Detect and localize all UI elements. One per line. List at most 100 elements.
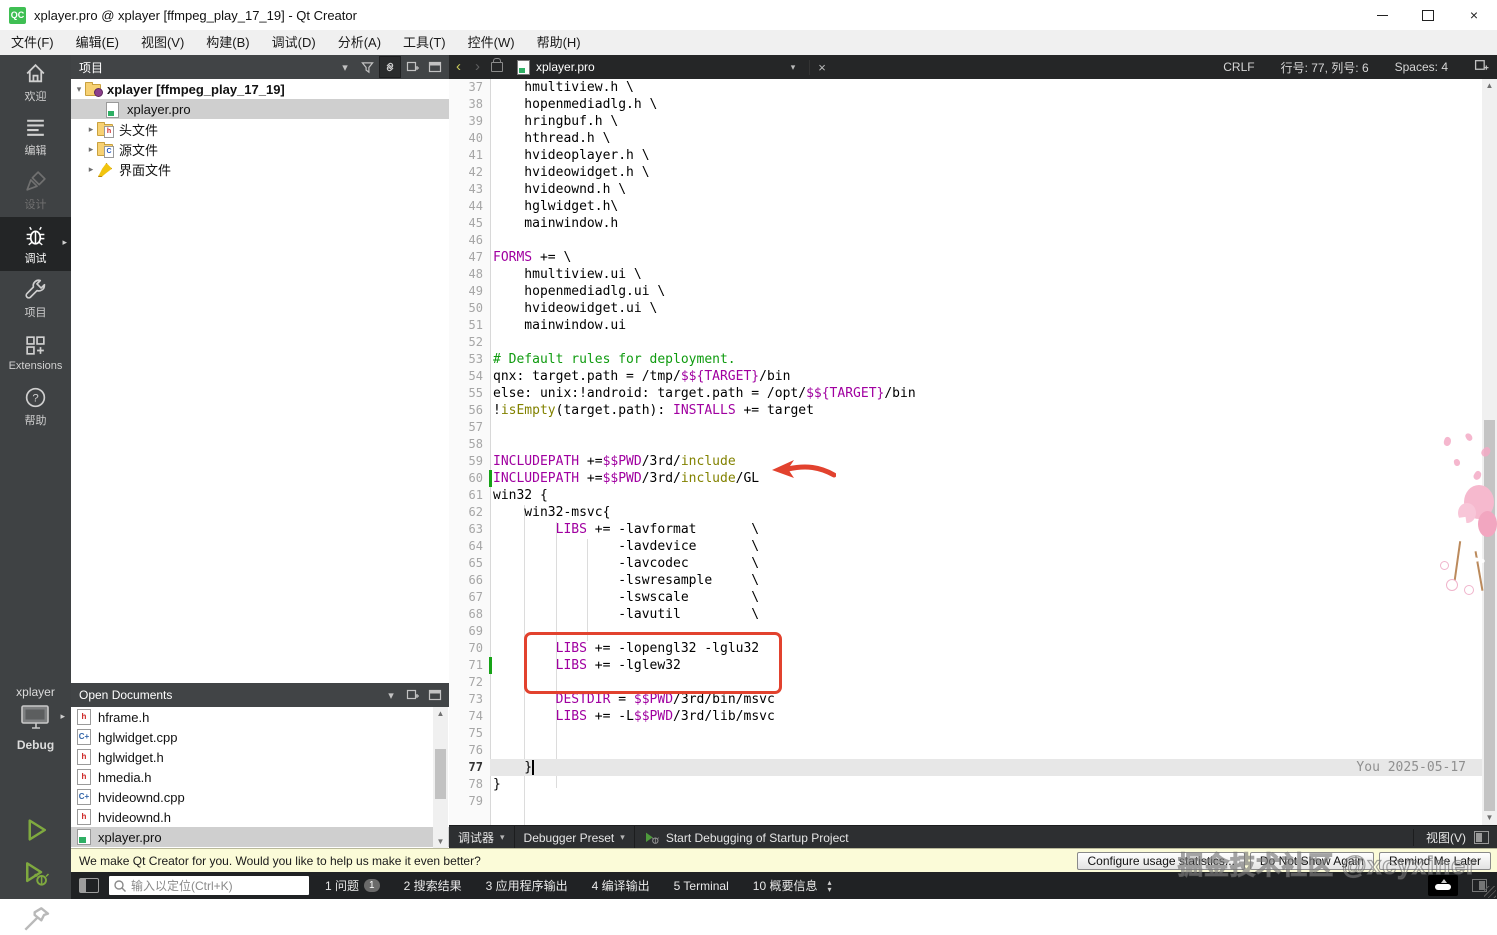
code-line[interactable]: 66 -lswresample \ <box>449 572 1482 589</box>
run-debug-button[interactable] <box>21 859 51 889</box>
view-menu-button[interactable]: 视图(V) <box>1413 829 1489 846</box>
open-document-item[interactable]: C+ hglwidget.cpp <box>71 727 449 747</box>
code-line[interactable]: 64 -lavdevice \ <box>449 538 1482 555</box>
tree-expander-icon[interactable]: ▸ <box>85 124 97 135</box>
tree-expander-icon[interactable]: ▾ <box>73 84 85 95</box>
code-line[interactable]: 68 -lavutil \ <box>449 606 1482 623</box>
open-documents-scrollbar[interactable]: ▲ ▼ <box>433 707 448 848</box>
close-button[interactable]: × <box>1451 0 1497 30</box>
line-ending-indicator[interactable]: CRLF <box>1223 60 1254 74</box>
code-line[interactable]: 43 hvideownd.h \ <box>449 181 1482 198</box>
spaces-indicator[interactable]: Spaces: 4 <box>1395 60 1448 74</box>
editor-tab-xplayer-pro[interactable]: xplayer.pro ▾ <box>511 55 801 79</box>
project-tree-item[interactable]: xplayer.pro <box>71 99 449 119</box>
toggle-left-sidebar-icon[interactable] <box>79 878 99 893</box>
code-line[interactable]: 38 hopenmediadlg.h \ <box>449 96 1482 113</box>
tree-expander-icon[interactable]: ▸ <box>85 164 97 175</box>
menu-item[interactable]: 调试(D) <box>261 30 327 55</box>
go-back-icon[interactable]: ‹ <box>449 56 468 78</box>
output-pane-button[interactable]: 1 问题 1 <box>325 877 380 894</box>
open-document-item[interactable]: h hframe.h <box>71 707 449 727</box>
project-tree-item[interactable]: ▸ 界面文件 <box>71 159 449 179</box>
code-line[interactable]: 48 hmultiview.ui \ <box>449 266 1482 283</box>
panel-dropdown-icon[interactable]: ▾ <box>335 57 355 77</box>
code-line[interactable]: 45 mainwindow.h <box>449 215 1482 232</box>
locator-input[interactable]: 输入以定位(Ctrl+K) <box>109 876 309 895</box>
document-dropdown-icon[interactable]: ▾ <box>791 62 796 73</box>
sidebar-item-projects[interactable]: 项目 <box>0 271 71 325</box>
code-line[interactable]: 54 qnx: target.path = /tmp/$${TARGET}/bin <box>449 368 1482 385</box>
resize-grip[interactable] <box>1484 886 1496 898</box>
code-line[interactable]: 63 LIBS += -lavformat \ <box>449 521 1482 538</box>
menu-item[interactable]: 编辑(E) <box>65 30 130 55</box>
code-line[interactable]: 74 LIBS += -L$$PWD/3rd/lib/msvc <box>449 708 1482 725</box>
tree-expander-icon[interactable]: ▸ <box>85 144 97 155</box>
code-line[interactable]: 50 hvideowidget.ui \ <box>449 300 1482 317</box>
code-line[interactable]: 76 <box>449 742 1482 759</box>
output-pane-button[interactable]: 4 编译输出 <box>592 877 650 894</box>
code-line[interactable]: 55 else: unix:!android: target.path = /op… <box>449 385 1482 402</box>
output-pane-button[interactable]: 2 搜索结果 <box>404 877 462 894</box>
project-tree-item[interactable]: ▸ C 源文件 <box>71 139 449 159</box>
code-line[interactable]: 59 INCLUDEPATH +=$$PWD/3rd/include <box>449 453 1482 470</box>
code-line[interactable]: 60 INCLUDEPATH +=$$PWD/3rd/include/GL <box>449 470 1482 487</box>
code-line[interactable]: 41 hvideoplayer.h \ <box>449 147 1482 164</box>
close-panel-icon[interactable] <box>425 57 445 77</box>
open-document-item[interactable]: h hglwidget.h <box>71 747 449 767</box>
lock-icon[interactable] <box>491 58 503 72</box>
scroll-down-icon[interactable]: ▼ <box>1482 811 1497 825</box>
menu-item[interactable]: 构建(B) <box>195 30 260 55</box>
code-line[interactable]: You 2025-05-17 77 } <box>449 759 1482 776</box>
code-line[interactable]: 56 !isEmpty(target.path): INSTALLS += tar… <box>449 402 1482 419</box>
code-line[interactable]: 46 <box>449 232 1482 249</box>
run-button[interactable] <box>21 815 51 845</box>
link-with-editor-icon[interactable] <box>379 56 401 78</box>
build-button[interactable] <box>20 903 52 935</box>
scroll-up-icon[interactable]: ▲ <box>433 707 448 720</box>
close-document-icon[interactable]: × <box>809 59 834 75</box>
output-pane-button[interactable]: 3 应用程序输出 <box>486 877 568 894</box>
menu-item[interactable]: 帮助(H) <box>526 30 592 55</box>
sidebar-item-welcome[interactable]: 欢迎 <box>0 55 71 109</box>
menu-item[interactable]: 控件(W) <box>457 30 526 55</box>
code-line[interactable]: 58 <box>449 436 1482 453</box>
open-document-item[interactable]: h hvideownd.h <box>71 807 449 827</box>
code-line[interactable]: 52 <box>449 334 1482 351</box>
menu-item[interactable]: 分析(A) <box>327 30 392 55</box>
code-line[interactable]: 39 hringbuf.h \ <box>449 113 1482 130</box>
code-line[interactable]: 57 <box>449 419 1482 436</box>
sidebar-item-edit[interactable]: 编辑 <box>0 109 71 163</box>
scroll-down-icon[interactable]: ▼ <box>433 835 448 848</box>
split-panel-icon[interactable] <box>403 685 423 705</box>
code-line[interactable]: 49 hopenmediadlg.ui \ <box>449 283 1482 300</box>
code-line[interactable]: 53 # Default rules for deployment. <box>449 351 1482 368</box>
scrollbar-thumb[interactable] <box>435 749 446 799</box>
code-line[interactable]: 78} <box>449 776 1482 793</box>
code-line[interactable]: 51 mainwindow.ui <box>449 317 1482 334</box>
kit-selector[interactable]: xplayer ▸ Debug <box>0 685 71 752</box>
code-line[interactable]: 67 -lswscale \ <box>449 589 1482 606</box>
code-editor[interactable]: 37 hmultiview.h \ 38 hopenmediadlg.h \ 39 … <box>449 79 1482 825</box>
code-line[interactable]: 44 hglwidget.h\ <box>449 198 1482 215</box>
sidebar-item-help[interactable]: ? 帮助 <box>0 379 71 433</box>
debugger-preset-selector[interactable]: Debugger Preset ▾ <box>515 826 634 849</box>
code-line[interactable]: 61 win32 { <box>449 487 1482 504</box>
open-document-item[interactable]: xplayer.pro <box>71 827 449 847</box>
code-line[interactable]: 42 hvideowidget.h \ <box>449 164 1482 181</box>
open-document-item[interactable]: C+ hvideownd.cpp <box>71 787 449 807</box>
output-pane-button[interactable]: 10 概要信息 <box>753 877 818 894</box>
minimize-button[interactable] <box>1359 0 1405 30</box>
code-line[interactable]: 65 -lavcodec \ <box>449 555 1482 572</box>
code-line[interactable]: 79 <box>449 793 1482 810</box>
editor-scrollbar[interactable]: ▲ ▼ <box>1482 79 1497 825</box>
code-line[interactable]: 62 win32-msvc{ <box>449 504 1482 521</box>
scrollbar-thumb[interactable] <box>1484 420 1495 811</box>
project-tree-item[interactable]: ▾ xplayer [ffmpeg_play_17_19] <box>71 79 449 99</box>
open-document-item[interactable]: h hmedia.h <box>71 767 449 787</box>
maximize-button[interactable] <box>1405 0 1451 30</box>
pane-navigation-icon[interactable]: ▴ ▾ <box>827 878 831 893</box>
project-tree-item[interactable]: ▸ h 头文件 <box>71 119 449 139</box>
menu-item[interactable]: 视图(V) <box>130 30 195 55</box>
code-line[interactable]: 47 FORMS += \ <box>449 249 1482 266</box>
sidebar-item-debug[interactable]: 调试 ▸ <box>0 217 71 271</box>
